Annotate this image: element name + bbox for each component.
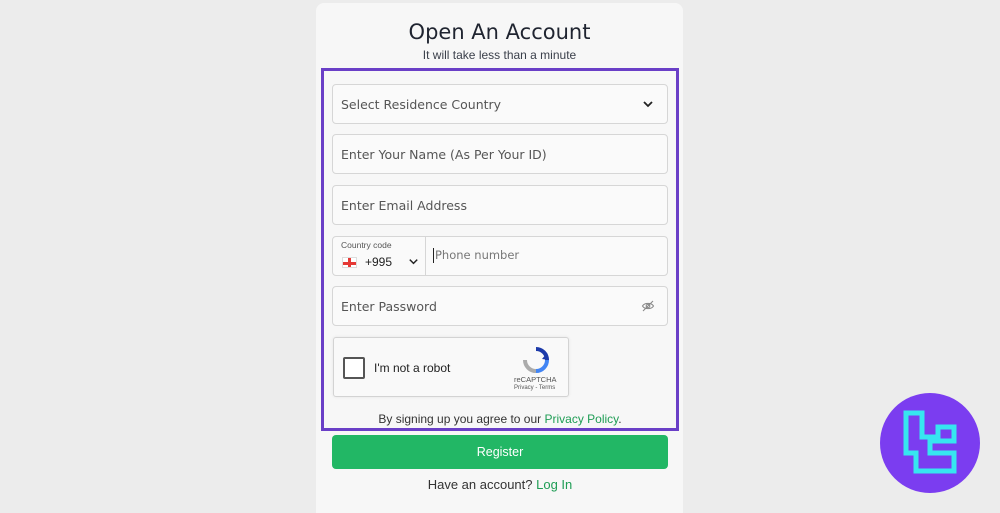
page-title: Open An Account: [408, 20, 591, 44]
login-link[interactable]: Log In: [536, 477, 572, 492]
privacy-policy-link[interactable]: Privacy Policy: [544, 412, 618, 426]
recaptcha-terms-link[interactable]: Privacy - Terms: [514, 385, 555, 391]
recaptcha-logo-icon: [523, 347, 549, 373]
site-logo-icon: [903, 410, 957, 474]
password-field[interactable]: Enter Password: [332, 286, 668, 326]
email-field[interactable]: Enter Email Address: [332, 185, 668, 225]
register-button[interactable]: Register: [332, 435, 668, 469]
country-select-placeholder: Select Residence Country: [341, 96, 502, 112]
text-caret: [433, 248, 434, 263]
name-field[interactable]: Enter Your Name (As Per Your ID): [332, 134, 668, 174]
email-field-placeholder: Enter Email Address: [341, 197, 467, 213]
country-code-select[interactable]: Country code +995: [333, 237, 426, 275]
password-field-placeholder: Enter Password: [341, 298, 437, 314]
privacy-agreement-period: .: [618, 412, 622, 426]
recaptcha-checkbox[interactable]: [343, 357, 365, 379]
page-subtitle: It will take less than a minute: [422, 48, 577, 62]
site-logo-badge: [880, 393, 980, 493]
phone-number-input[interactable]: Phone number: [435, 248, 519, 262]
login-prompt: Have an account? Log In: [332, 477, 668, 492]
login-prompt-text: Have an account?: [427, 477, 533, 492]
name-field-placeholder: Enter Your Name (As Per Your ID): [341, 146, 547, 162]
privacy-agreement: By signing up you agree to our Privacy P…: [332, 412, 668, 426]
phone-field-group: Country code +995 Phone number: [332, 236, 668, 276]
country-code-label: Country code: [341, 240, 392, 250]
country-code-value: +995: [365, 255, 393, 269]
georgia-flag-icon: [342, 257, 357, 268]
privacy-agreement-text: By signing up you agree to our: [378, 412, 542, 426]
recaptcha-widget: I'm not a robot reCAPTCHA Privacy - Term…: [333, 337, 569, 397]
chevron-down-icon: [409, 259, 418, 265]
eye-slash-icon[interactable]: [641, 299, 655, 313]
recaptcha-brand: reCAPTCHA: [514, 375, 557, 384]
chevron-down-icon: [643, 101, 653, 108]
country-select[interactable]: Select Residence Country: [332, 84, 668, 124]
recaptcha-label: I'm not a robot: [374, 361, 451, 375]
